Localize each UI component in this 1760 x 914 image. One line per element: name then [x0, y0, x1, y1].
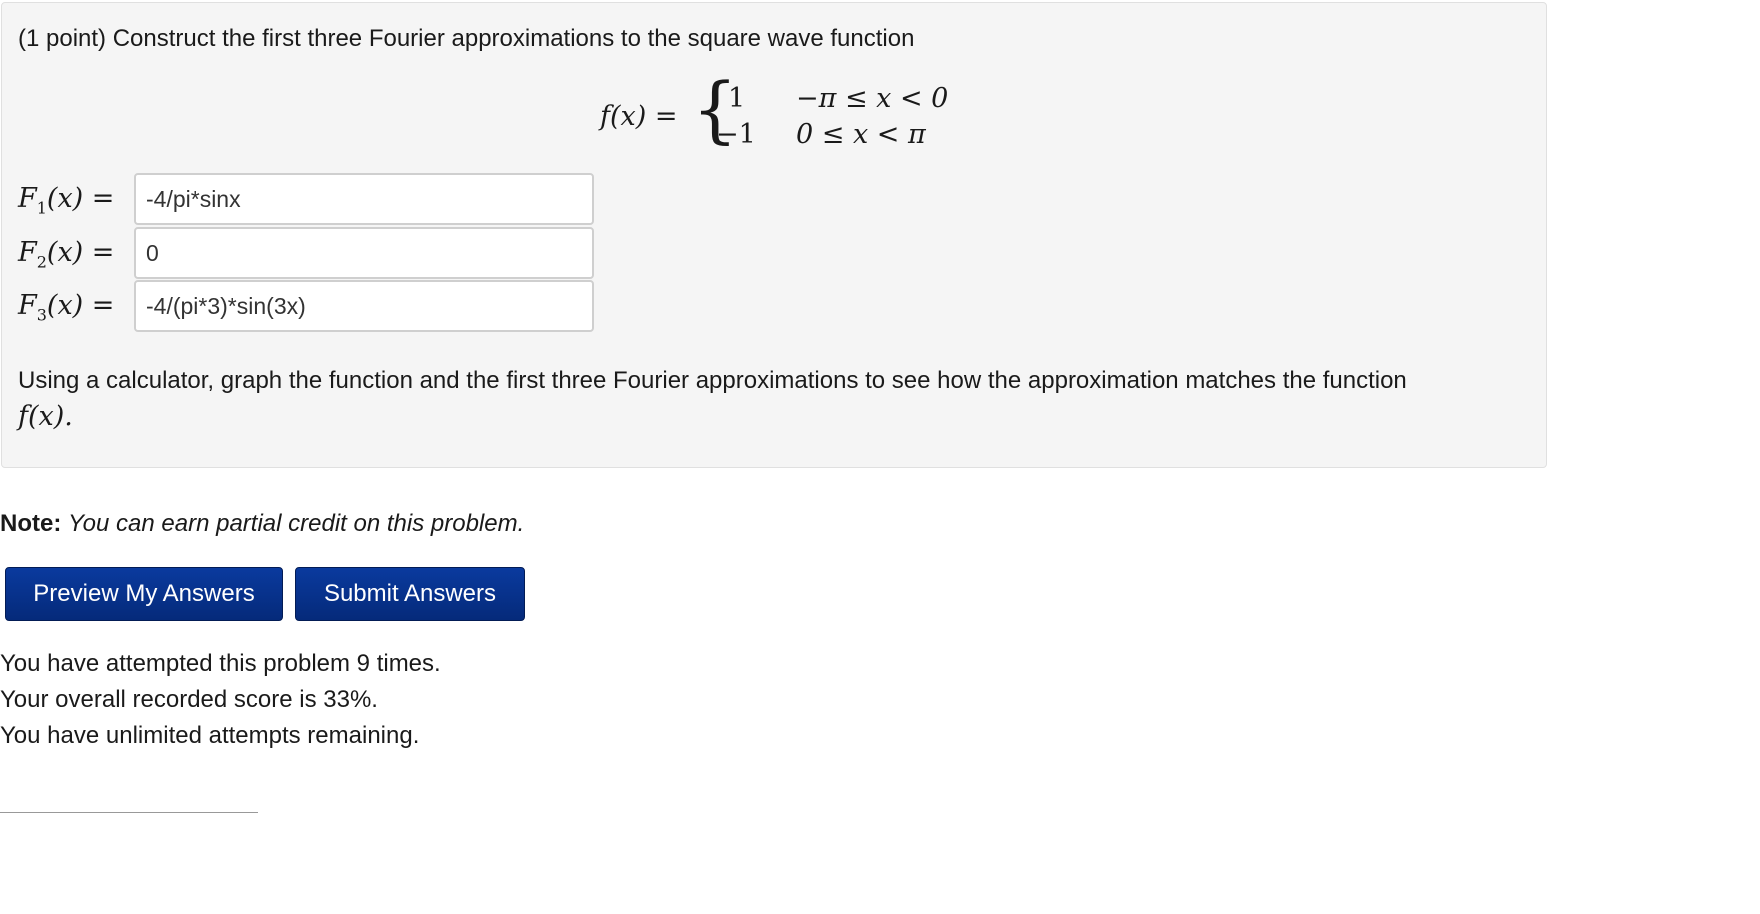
submit-answers-button[interactable]: Submit Answers	[295, 567, 525, 621]
note-text: You can earn partial credit on this prob…	[68, 510, 525, 537]
remaining-attempts-text: You have unlimited attempts remaining.	[0, 722, 420, 749]
formula-condition-1: −π ≤ x < 0	[796, 83, 949, 114]
score-text: Your overall recorded score is 33%.	[0, 686, 378, 713]
answer-input-3[interactable]	[134, 280, 594, 332]
answer-input-2[interactable]	[134, 227, 594, 279]
formula-value-1: 1	[728, 83, 746, 114]
problem-title: (1 point) Construct the first three Four…	[18, 25, 915, 52]
problem-box: (1 point) Construct the first three Four…	[1, 2, 1547, 468]
formula-value-2: −1	[716, 119, 756, 150]
attempts-count-text: You have attempted this problem 9 times.	[0, 650, 441, 677]
formula-lhs: f(x) =	[600, 101, 678, 132]
preview-answers-button[interactable]: Preview My Answers	[5, 567, 283, 621]
answer-label-1: F1(x) =	[18, 183, 115, 218]
square-wave-formula: f(x) = { 1 −1 −π ≤ x < 0 0 ≤ x < π	[600, 73, 960, 155]
formula-condition-2: 0 ≤ x < π	[796, 119, 926, 150]
partial-credit-note: Note: You can earn partial credit on thi…	[0, 510, 524, 538]
attempt-status: You have attempted this problem 9 times.…	[0, 646, 441, 754]
answer-label-3: F3(x) =	[18, 290, 115, 325]
instructions: Using a calculator, graph the function a…	[18, 363, 1518, 436]
divider	[0, 812, 258, 813]
answer-label-2: F2(x) =	[18, 237, 115, 272]
instructions-text: Using a calculator, graph the function a…	[18, 367, 1407, 394]
note-label: Note:	[0, 510, 62, 537]
instructions-math: f(x).	[18, 401, 73, 432]
answer-input-1[interactable]	[134, 173, 594, 225]
